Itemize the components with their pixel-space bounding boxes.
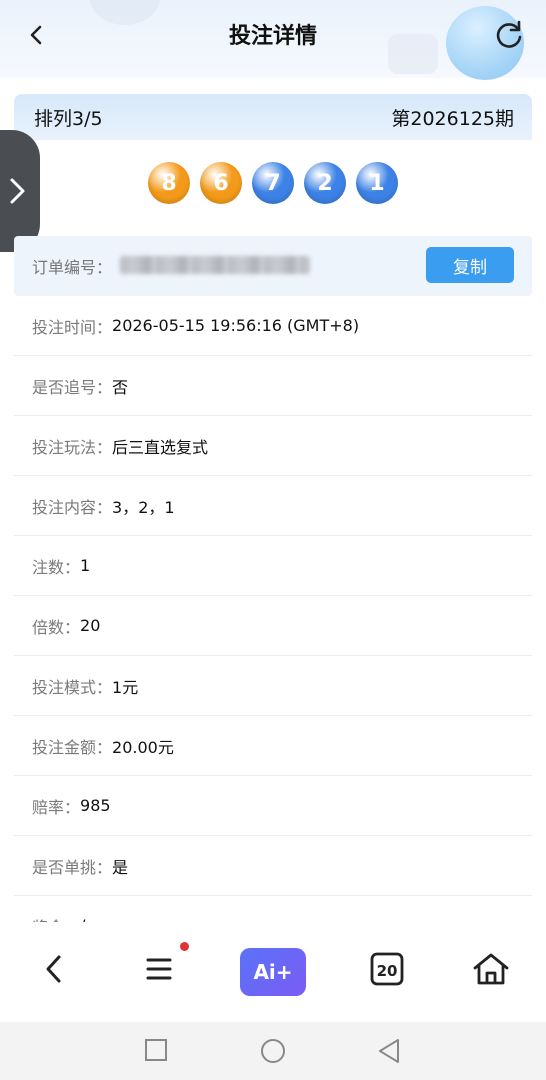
draw-ball: 6 <box>200 162 242 204</box>
detail-value: 985 <box>80 796 111 815</box>
draw-balls: 86721 <box>0 162 546 208</box>
nav-home-button[interactable] <box>468 946 514 992</box>
order-number-row: 订单编号： 复制 <box>14 236 532 296</box>
draw-ball: 8 <box>148 162 190 204</box>
bet-detail-list: 投注时间： 2026-05-15 19:56:16 (GMT+8) 是否追号：否投注… <box>14 296 532 956</box>
detail-row: 投注玩法： 后三直选复式 <box>14 416 532 476</box>
refresh-icon <box>496 20 522 48</box>
page-title: 投注详情 <box>228 24 317 49</box>
header: 投注详情 <box>0 0 546 80</box>
side-drawer-handle[interactable] <box>0 130 40 252</box>
detail-row: 倍数： 20 <box>14 596 532 656</box>
draw-ball: 1 <box>356 162 398 204</box>
detail-value: 1元 <box>112 677 139 697</box>
detail-row: 投注模式： 1元 <box>14 656 532 716</box>
detail-label: 投注内容： <box>32 497 113 517</box>
back-icon <box>46 955 61 983</box>
home-icon <box>473 953 509 985</box>
order-number-redacted <box>120 256 310 274</box>
detail-label: 注数： <box>32 557 81 577</box>
period-banner: 排列3/5 第2026125期 <box>14 94 532 140</box>
lottery-name: 排列3/5 <box>34 108 103 130</box>
bottom-navigation: Ai+ 20 <box>0 922 546 1022</box>
calendar-badge-text: 20 <box>377 962 398 980</box>
detail-value: 3，2，1 <box>112 497 175 517</box>
detail-row: 投注时间： 2026-05-15 19:56:16 (GMT+8) <box>14 296 532 356</box>
ai-assistant-label: Ai+ <box>253 960 293 984</box>
draw-ball: 7 <box>252 162 294 204</box>
detail-row: 投注内容： 3，2，1 <box>14 476 532 536</box>
detail-row: 投注金额： 20.00元 <box>14 716 532 776</box>
detail-label: 是否追号： <box>32 377 113 397</box>
detail-value: 是 <box>112 857 129 877</box>
draw-ball: 2 <box>304 162 346 204</box>
detail-value: 2026-05-15 19:56:16 (GMT+8) <box>112 316 360 335</box>
detail-value: 否 <box>112 377 129 397</box>
detail-value: 20 <box>80 616 101 635</box>
detail-label: 赔率： <box>32 797 81 817</box>
detail-row: 赔率： 985 <box>14 776 532 836</box>
nav-menu-button[interactable] <box>136 946 182 992</box>
ai-assistant-button[interactable]: Ai+ <box>240 948 306 996</box>
detail-row: 注数： 1 <box>14 536 532 596</box>
detail-value: 20.00元 <box>112 737 174 757</box>
detail-label: 投注金额： <box>32 737 113 757</box>
nav-back-button[interactable] <box>32 946 78 992</box>
copy-button[interactable]: 复制 <box>426 247 514 283</box>
refresh-button[interactable] <box>492 18 526 52</box>
issue-number: 第2026125期 <box>391 108 514 130</box>
menu-notification-dot <box>180 942 189 951</box>
chevron-right-icon <box>10 178 25 204</box>
detail-label: 投注玩法： <box>32 437 113 457</box>
circle-icon <box>261 1039 285 1063</box>
nav-calendar-button[interactable]: 20 <box>364 946 410 992</box>
menu-icon <box>146 958 172 980</box>
calendar-20-icon: 20 <box>370 952 404 986</box>
detail-row: 是否单挑：是 <box>14 836 532 896</box>
square-icon <box>145 1039 167 1061</box>
detail-value: 1 <box>80 556 91 575</box>
detail-label: 投注模式： <box>32 677 113 697</box>
detail-label: 投注时间： <box>32 317 113 337</box>
triangle-back-icon <box>379 1039 399 1063</box>
detail-row: 是否追号：否 <box>14 356 532 416</box>
detail-label: 倍数： <box>32 617 81 637</box>
system-back-button[interactable] <box>376 1038 402 1068</box>
detail-value: 后三直选复式 <box>112 437 209 457</box>
system-home-button[interactable] <box>260 1038 286 1068</box>
system-recents-button[interactable] <box>144 1038 168 1066</box>
order-number-label: 订单编号： <box>32 258 113 277</box>
bet-detail-page: 投注详情 排列3/5 第2026125期 86721 订单编号： 复制 投注时间… <box>0 0 546 1080</box>
detail-label: 是否单挑： <box>32 857 113 877</box>
system-navigation-bar <box>0 1022 546 1080</box>
